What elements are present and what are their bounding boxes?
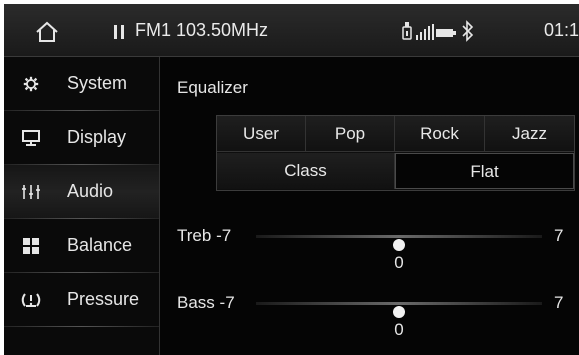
usb-icon: [402, 22, 412, 40]
treble-label: Treb -7: [177, 226, 232, 245]
bass-label: Bass -7: [177, 293, 235, 312]
status-bar: FM1 103.50MHz 01:1: [4, 4, 579, 57]
preset-rock[interactable]: Rock: [395, 116, 485, 152]
clock: 01:1: [544, 20, 579, 40]
treble-slider-thumb[interactable]: [393, 239, 405, 251]
pause-icon[interactable]: [114, 25, 125, 39]
radio-station[interactable]: FM1 103.50MHz: [135, 20, 268, 41]
sidebar-item-label: Balance: [67, 235, 133, 255]
sidebar-item-label: System: [67, 73, 128, 93]
balance-icon: [23, 238, 39, 254]
monitor-icon: [22, 130, 40, 146]
treble-slider-row: Treb -7 0 7: [164, 226, 579, 276]
sidebar-item-label: Pressure: [67, 289, 140, 309]
sidebar-item-pressure[interactable]: Pressure: [4, 273, 159, 327]
preset-flat[interactable]: Flat: [395, 153, 574, 189]
sidebar-item-balance[interactable]: Balance: [4, 219, 159, 273]
equalizer-icon: [22, 185, 40, 199]
treble-max: 7: [554, 226, 564, 245]
sidebar-item-audio[interactable]: Audio: [4, 165, 159, 219]
signal-icon: [416, 24, 434, 40]
bluetooth-icon: [462, 20, 474, 42]
sidebar-item-label: Audio: [67, 181, 114, 201]
bass-slider-row: Bass -7 0 7: [164, 293, 579, 343]
home-icon[interactable]: [35, 21, 59, 43]
battery-icon: [436, 29, 456, 37]
audio-settings-panel: Equalizer User Pop Rock Jazz Class Flat …: [164, 57, 579, 355]
settings-sidebar: System Display Audio Balance Pressure: [4, 57, 160, 355]
sidebar-item-display[interactable]: Display: [4, 111, 159, 165]
equalizer-presets: User Pop Rock Jazz Class Flat: [216, 115, 575, 191]
preset-class[interactable]: Class: [217, 153, 395, 189]
treble-value: 0: [394, 253, 404, 272]
preset-pop[interactable]: Pop: [306, 116, 395, 152]
preset-user[interactable]: User: [217, 116, 306, 152]
gear-icon: [23, 76, 39, 92]
treble-slider[interactable]: 0: [256, 235, 542, 272]
sidebar-item-system[interactable]: System: [4, 57, 159, 111]
preset-jazz[interactable]: Jazz: [485, 116, 574, 152]
sidebar-item-label: Display: [67, 127, 127, 147]
bass-value: 0: [394, 320, 404, 339]
bass-slider-thumb[interactable]: [393, 306, 405, 318]
equalizer-title: Equalizer: [177, 78, 248, 97]
infotainment-screen: FM1 103.50MHz 01:1 System Display Audio …: [4, 4, 579, 355]
tire-pressure-icon: [21, 293, 41, 307]
bass-slider[interactable]: 0: [256, 302, 542, 339]
bass-max: 7: [554, 293, 564, 312]
